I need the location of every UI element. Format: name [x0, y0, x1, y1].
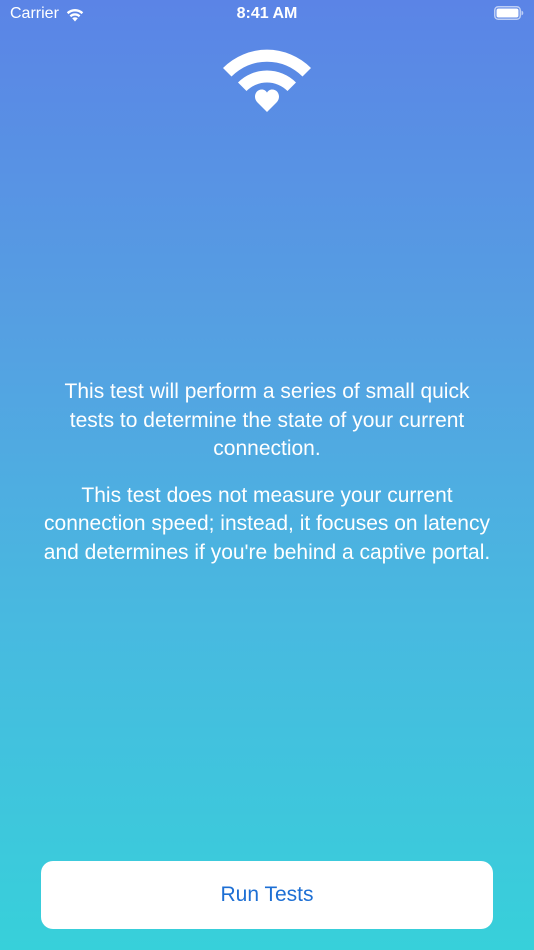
battery-icon [494, 6, 524, 20]
wifi-heart-icon [221, 44, 313, 114]
description-paragraph-1: This test will perform a series of small… [64, 380, 470, 460]
status-bar: Carrier 8:41 AM [0, 0, 534, 28]
run-tests-button[interactable]: Run Tests [41, 861, 493, 929]
test-description: This test will perform a series of small… [40, 378, 494, 585]
status-time: 8:41 AM [236, 5, 298, 22]
app-screen: Carrier 8:41 AM This test will perform a… [0, 0, 534, 950]
description-paragraph-2: This test does not measure your current … [43, 483, 491, 564]
